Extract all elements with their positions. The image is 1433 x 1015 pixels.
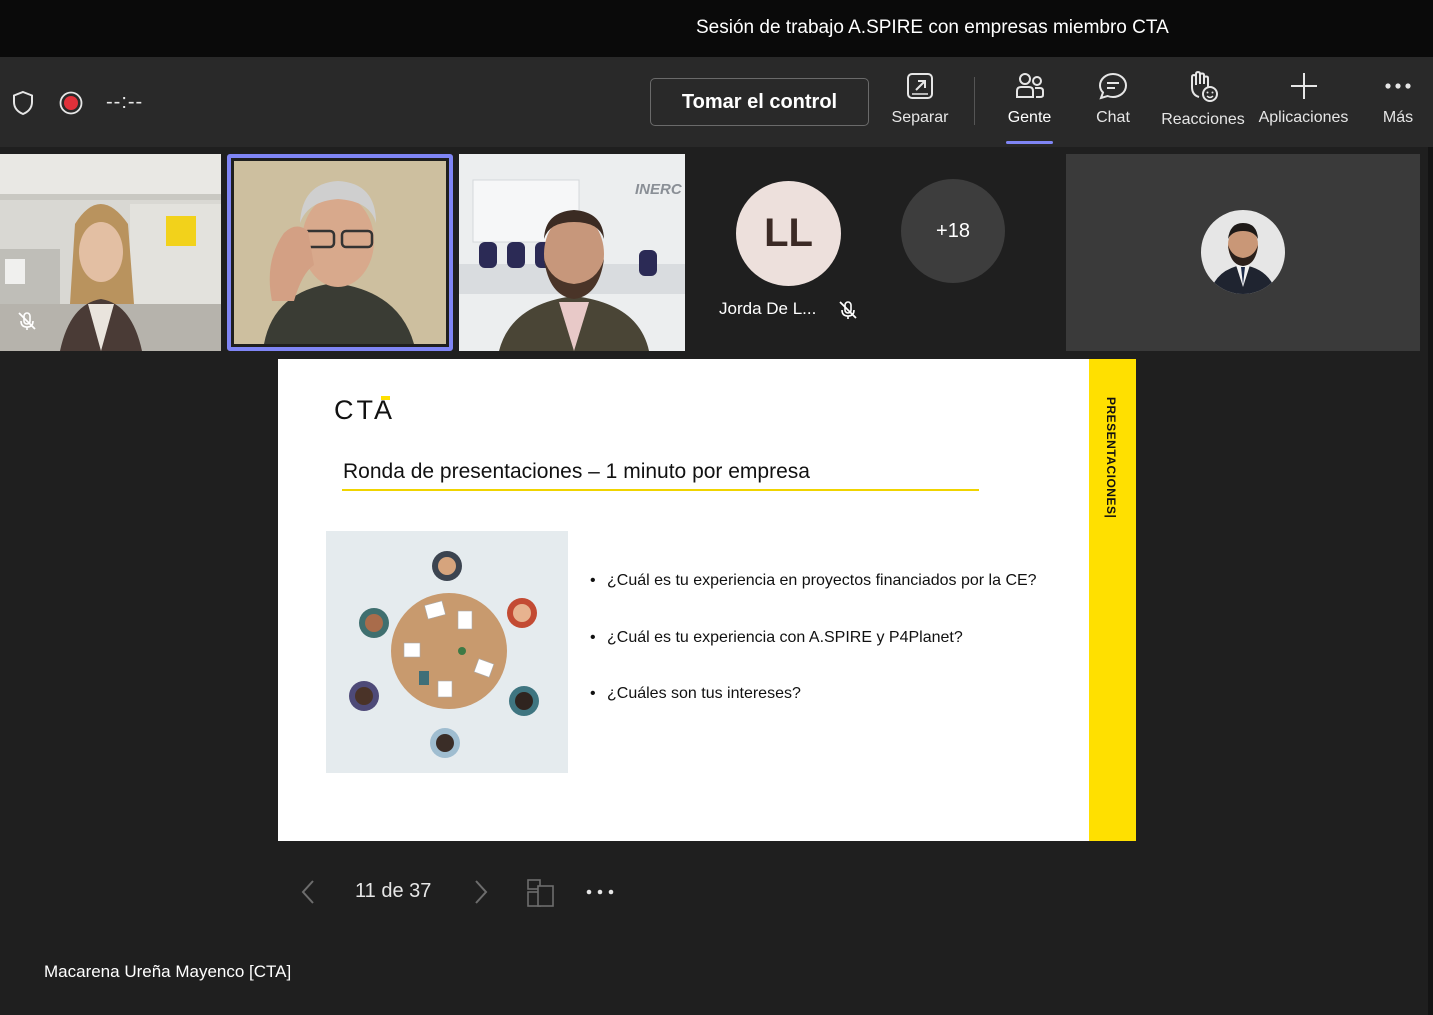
slide-side-label: PRESENTACIONES| <box>1104 397 1118 519</box>
apps-label: Aplicaciones <box>1258 109 1349 126</box>
chat-label: Chat <box>1096 109 1130 126</box>
muted-mic-icon <box>16 310 38 337</box>
title-bar: Sesión de trabajo A.SPIRE con empresas m… <box>0 0 1433 57</box>
video-tile-participant-1[interactable] <box>0 154 221 351</box>
people-button[interactable]: Gente <box>1002 71 1057 139</box>
muted-mic-icon <box>837 299 859 326</box>
avatar-ll: LL <box>736 181 841 286</box>
slide-heading: Ronda de presentaciones – 1 minuto por e… <box>343 460 810 483</box>
logo-accent <box>381 396 390 400</box>
previous-slide-button[interactable] <box>298 878 318 911</box>
participant-name-ll: Jorda De L... <box>719 299 817 318</box>
slide-bullet-list: ¿Cuál es tu experiencia en proyectos fin… <box>590 571 1060 703</box>
bullet-item: ¿Cuál es tu experiencia con A.SPIRE y P4… <box>590 628 1060 647</box>
participant-photo-avatar <box>1201 210 1285 294</box>
participant-tile-photo[interactable] <box>1066 154 1420 351</box>
slide-page-counter: 11 de 37 <box>355 880 432 902</box>
shield-icon[interactable] <box>11 90 35 121</box>
slide-more-options-icon[interactable] <box>585 880 615 909</box>
pop-out-icon <box>907 73 933 99</box>
participant-tile-ll[interactable]: LL Jorda De L... <box>692 154 876 351</box>
more-participants-button[interactable]: +18 <box>901 179 1005 283</box>
people-active-indicator <box>1006 141 1053 144</box>
video-tile-participant-3[interactable]: INERC <box>459 154 685 351</box>
recording-icon[interactable] <box>59 91 83 120</box>
stage-scrollbar[interactable] <box>1428 147 1433 1015</box>
heading-underline <box>342 489 979 491</box>
next-slide-button[interactable] <box>471 878 491 911</box>
participant-3-video: INERC <box>459 154 685 351</box>
cta-poster <box>166 216 196 246</box>
chat-icon <box>1098 72 1128 100</box>
meeting-timer: --:-- <box>106 91 144 113</box>
video-tile-active-speaker[interactable] <box>227 154 453 351</box>
reactions-button[interactable]: Reacciones <box>1160 71 1246 139</box>
more-button[interactable]: Más <box>1380 71 1416 139</box>
raise-hand-icon <box>1191 71 1218 102</box>
round-table-illustration <box>326 531 568 773</box>
bullet-item: ¿Cuáles son tus intereses? <box>590 684 1060 703</box>
pop-out-button[interactable]: Separar <box>889 71 951 139</box>
shared-presentation-slide: CTA Ronda de presentaciones – 1 minuto p… <box>278 359 1136 841</box>
bullet-item: ¿Cuál es tu experiencia en proyectos fin… <box>590 571 1060 590</box>
more-label: Más <box>1382 109 1414 126</box>
active-speaker-video <box>234 161 446 344</box>
toolbar-divider <box>974 77 975 125</box>
people-label: Gente <box>1007 109 1052 126</box>
pop-out-label: Separar <box>891 109 949 126</box>
chat-button[interactable]: Chat <box>1090 71 1136 139</box>
meeting-toolbar: --:-- Tomar el control Separar Gente Cha… <box>0 57 1433 147</box>
reactions-label: Reacciones <box>1161 111 1245 128</box>
people-icon <box>1015 73 1044 98</box>
slide-grid-view-icon[interactable] <box>526 878 556 913</box>
apps-button[interactable]: Aplicaciones <box>1256 71 1351 139</box>
take-control-button[interactable]: Tomar el control <box>650 78 869 126</box>
presenter-name: Macarena Ureña Mayenco [CTA] <box>44 962 292 981</box>
svg-text:INERC: INERC <box>635 181 683 198</box>
meeting-title: Sesión de trabajo A.SPIRE con empresas m… <box>696 17 1169 38</box>
plus-icon <box>1290 73 1317 99</box>
more-icon <box>1385 83 1411 89</box>
